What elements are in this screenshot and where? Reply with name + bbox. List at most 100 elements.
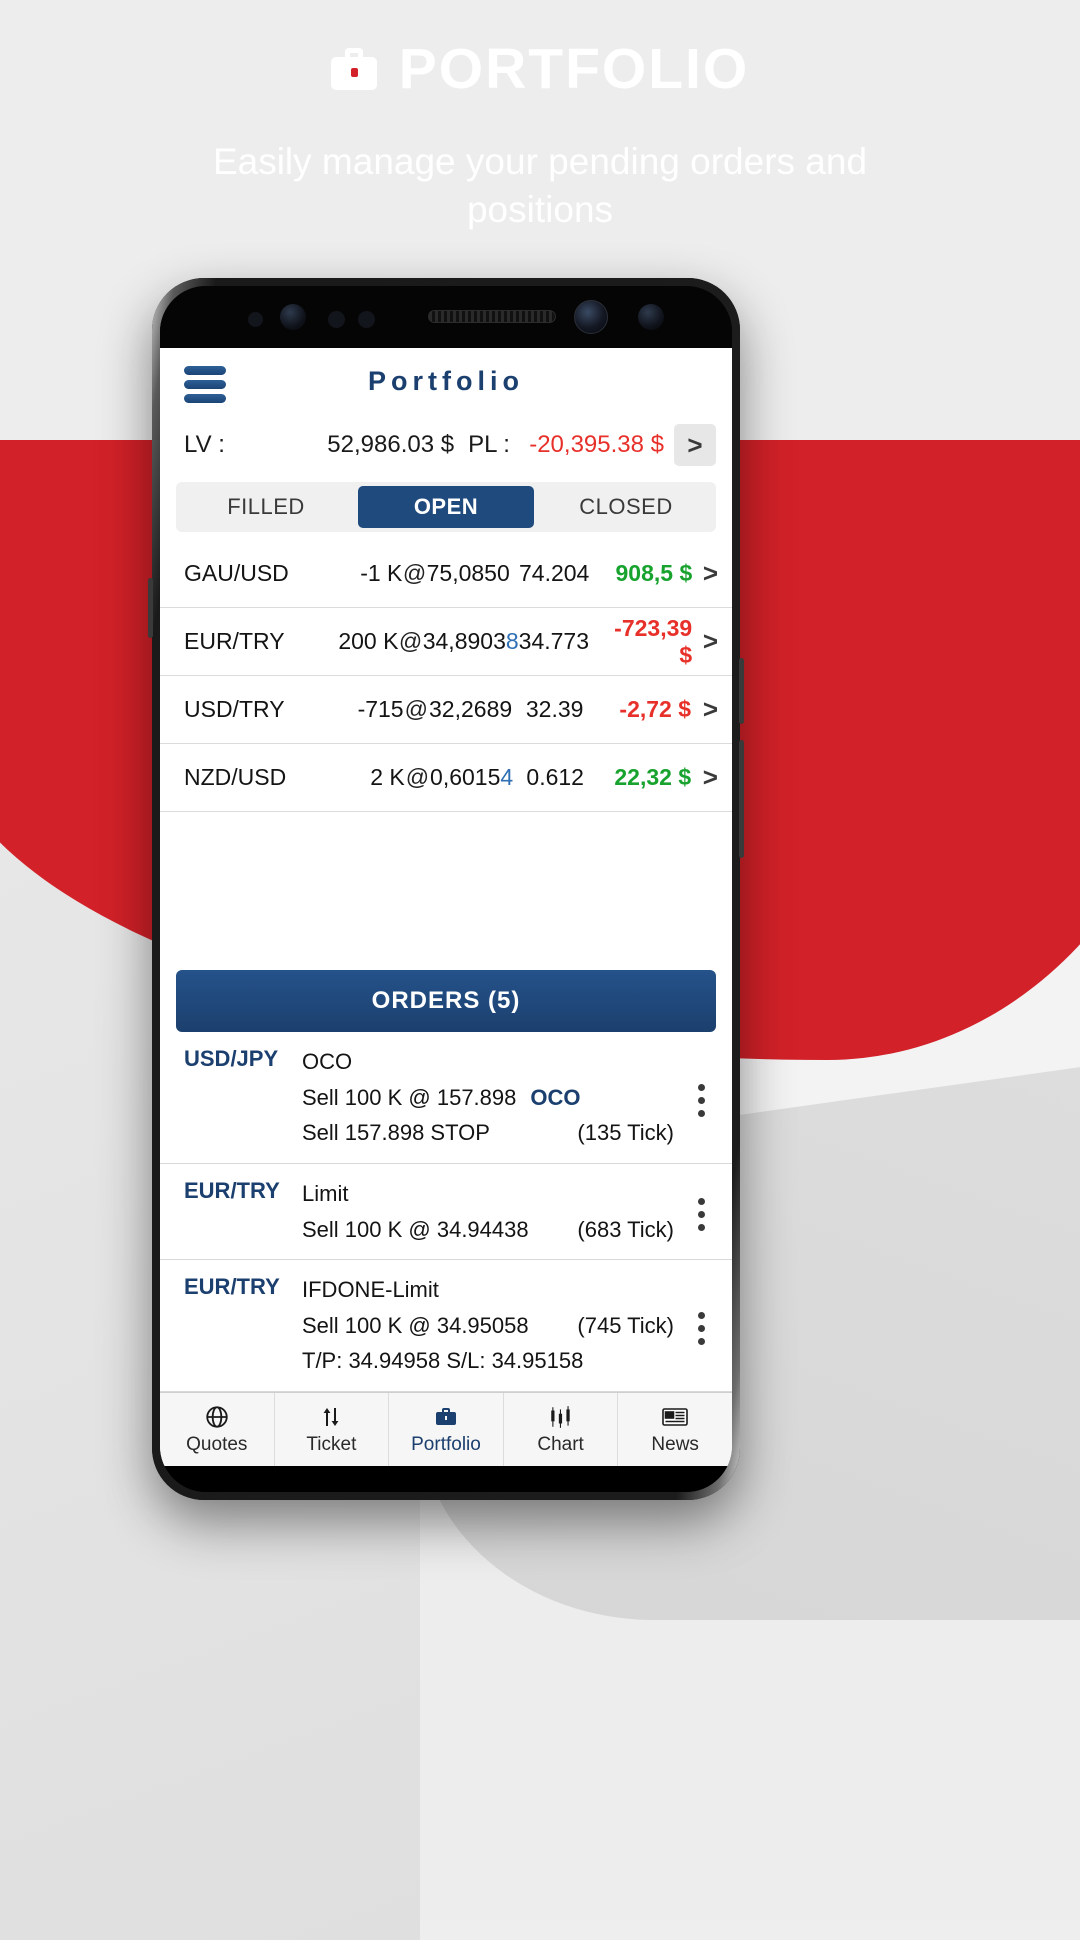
tab-filled[interactable]: FILLED (178, 486, 354, 528)
position-open-price: 34,89038 (422, 628, 519, 654)
proximity-sensor-icon (248, 312, 263, 327)
position-last-price: 0.612 (526, 764, 584, 790)
promo-header: PORTFOLIO Easily manage your pending ord… (0, 0, 1080, 234)
at-symbol: @ (405, 764, 430, 790)
exchange-icon (319, 1403, 343, 1431)
pending-orders-list: USD/JPY OCO Sell 100 K @ 157.898 OCO Sell… (160, 1032, 732, 1392)
position-open-price: 32,2689 (429, 696, 513, 722)
list-empty-space (160, 812, 732, 970)
pl-label: PL : (468, 431, 510, 458)
order-tick: (683 Tick) (577, 1216, 674, 1242)
position-symbol: GAU/USD (184, 560, 289, 586)
kebab-menu-icon[interactable] (684, 1044, 718, 1151)
position-pl: 22,32 $ (614, 764, 692, 790)
position-symbol: NZD/USD (184, 764, 287, 790)
nav-label: Chart (537, 1434, 584, 1455)
phone-display: Portfolio LV : 52,986.03 $ PL : -20,395.… (160, 286, 732, 1492)
at-symbol: @ (404, 696, 428, 722)
promo-title-row: PORTFOLIO (0, 36, 1080, 102)
chevron-right-icon[interactable]: > (691, 694, 718, 725)
order-type: Limit (302, 1180, 349, 1206)
promo-subtitle: Easily manage your pending orders and po… (212, 141, 868, 231)
chevron-right-icon[interactable]: > (692, 626, 718, 657)
order-tick: (745 Tick) (577, 1312, 674, 1338)
light-sensor-icon (328, 311, 345, 328)
lv-label: LV : (184, 431, 225, 458)
expand-summary-button[interactable]: > (674, 424, 716, 466)
position-pl: -723,39 $ (614, 614, 693, 668)
kebab-menu-icon[interactable] (684, 1272, 718, 1379)
table-row[interactable]: GAU/USD -1 K @ 75,0850 74.204 908,5 $ > (160, 540, 732, 608)
order-type: OCO (302, 1049, 353, 1074)
phone-power-button (739, 658, 744, 724)
bottom-navigation: Quotes Ticket Portfolio Chart News (160, 1392, 732, 1466)
front-camera-icon (574, 300, 608, 334)
phone-assistant-button (148, 578, 153, 638)
order-type: IFDONE-Limit (302, 1277, 439, 1303)
nav-item-ticket[interactable]: Ticket (275, 1393, 390, 1466)
list-item[interactable]: EUR/TRY Limit Sell 100 K @ 34.94438 (683… (160, 1164, 732, 1261)
promo-title: PORTFOLIO (398, 37, 750, 101)
lv-value: 52,986.03 $ (327, 431, 455, 458)
order-oco-tag: OCO (530, 1084, 581, 1110)
at-symbol: @ (398, 628, 423, 654)
chevron-right-icon[interactable]: > (692, 558, 718, 589)
order-state-tabs: FILLED OPEN CLOSED (176, 482, 716, 532)
order-symbol: USD/JPY (184, 1046, 279, 1071)
order-instruction: Sell 100 K @ 34.95058 (302, 1312, 529, 1338)
position-symbol: EUR/TRY (184, 628, 285, 654)
pl-value: -20,395.38 $ (529, 431, 664, 458)
order-stop-instruction: Sell 157.898 STOP (302, 1120, 490, 1146)
nav-label: News (651, 1434, 699, 1455)
order-symbol: EUR/TRY (184, 1177, 280, 1203)
position-pl: -2,72 $ (619, 696, 692, 722)
position-open-price: 75,0850 (426, 560, 510, 586)
order-symbol: EUR/TRY (184, 1274, 280, 1300)
phone-volume-button (739, 740, 744, 858)
order-details: Limit Sell 100 K @ 34.94438 (683 Tick) (302, 1176, 684, 1247)
page-title: Portfolio (368, 365, 524, 396)
nav-item-quotes[interactable]: Quotes (160, 1393, 275, 1466)
nav-label: Portfolio (411, 1434, 481, 1455)
tab-open[interactable]: OPEN (358, 486, 534, 528)
chevron-right-icon[interactable]: > (691, 762, 718, 793)
nav-item-news[interactable]: News (618, 1393, 732, 1466)
nav-label: Quotes (186, 1434, 248, 1455)
list-item[interactable]: EUR/TRY IFDONE-Limit Sell 100 K @ 34.950… (160, 1260, 732, 1392)
table-row[interactable]: USD/TRY -715 @ 32,2689 32.39 -2,72 $ > (160, 676, 732, 744)
led-indicator-icon (358, 311, 375, 328)
briefcase-icon (433, 1403, 459, 1431)
list-item[interactable]: USD/JPY OCO Sell 100 K @ 157.898 OCO Sell… (160, 1032, 732, 1164)
position-pl: 908,5 $ (615, 560, 693, 586)
nav-item-portfolio[interactable]: Portfolio (389, 1393, 504, 1466)
globe-icon (204, 1403, 230, 1431)
table-row[interactable]: NZD/USD 2 K @ 0,60154 0.612 22,32 $ > (160, 744, 732, 812)
account-summary-row: LV : 52,986.03 $ PL : -20,395.38 $ > (160, 414, 732, 476)
kebab-menu-icon[interactable] (684, 1176, 718, 1247)
order-instruction: Sell 100 K @ 157.898 (302, 1084, 517, 1110)
phone-sensor-bar (160, 286, 732, 348)
nav-label: Ticket (306, 1434, 357, 1455)
nav-item-chart[interactable]: Chart (504, 1393, 619, 1466)
order-tick: (135 Tick) (577, 1120, 674, 1146)
orders-button[interactable]: ORDERS (5) (176, 970, 716, 1032)
position-quantity: -715 (357, 696, 404, 722)
app-bar: Portfolio (160, 348, 732, 414)
position-last-price: 74.204 (518, 560, 590, 586)
earpiece-speaker (428, 310, 556, 323)
position-last-price: 32.39 (525, 696, 584, 722)
phone-bottom-bezel (160, 1466, 732, 1492)
position-last-price: 34.773 (518, 628, 590, 654)
app-screen: Portfolio LV : 52,986.03 $ PL : -20,395.… (160, 348, 732, 1466)
position-symbol: USD/TRY (184, 696, 285, 722)
position-quantity: 200 K (338, 628, 399, 654)
candles-icon (548, 1403, 574, 1431)
position-quantity: 2 K (370, 764, 405, 790)
order-details: IFDONE-Limit Sell 100 K @ 34.95058 (745 … (302, 1272, 684, 1379)
hamburger-menu-icon[interactable] (184, 366, 226, 408)
position-open-price: 0,60154 (430, 764, 514, 790)
briefcase-icon (330, 48, 377, 90)
tab-closed[interactable]: CLOSED (538, 486, 714, 528)
table-row[interactable]: EUR/TRY 200 K @ 34,89038 34.773 -723,39 … (160, 608, 732, 676)
at-symbol: @ (402, 560, 427, 586)
